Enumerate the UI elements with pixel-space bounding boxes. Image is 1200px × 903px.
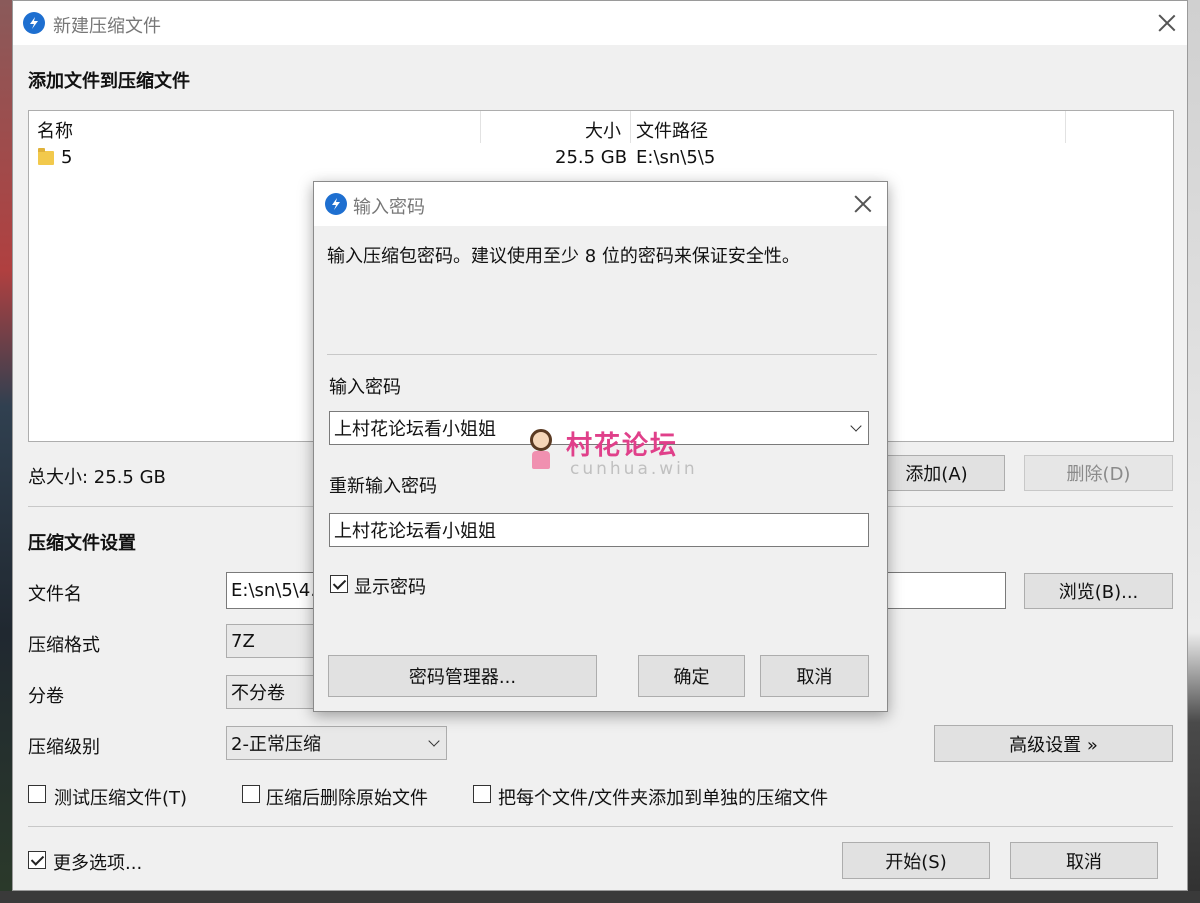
password-instruction: 输入压缩包密码。建议使用至少 8 位的密码来保证安全性。 [327, 246, 800, 267]
delete-after-label[interactable]: 压缩后删除原始文件 [266, 784, 428, 810]
watermark-text: 村花论坛 [566, 431, 679, 461]
test-archive-label[interactable]: 测试压缩文件(T) [54, 784, 187, 810]
bandizip-logo-icon [325, 193, 347, 215]
main-cancel-button[interactable]: 取消 [1010, 842, 1158, 879]
column-separator[interactable] [630, 111, 631, 143]
desktop-background-bottom [0, 891, 1200, 903]
row-size: 25.5 GB [555, 147, 628, 168]
show-password-checkbox[interactable] [330, 575, 348, 593]
chevron-down-icon [428, 735, 440, 747]
column-separator[interactable] [480, 111, 481, 143]
test-archive-checkbox[interactable] [28, 785, 46, 803]
more-options-label[interactable]: 更多选项... [53, 849, 142, 875]
row-path: E:\sn\5\5 [636, 147, 716, 168]
password-value: 上村花论坛看小姐姐 [334, 419, 496, 440]
separate-archives-checkbox[interactable] [473, 785, 491, 803]
total-size-label: 总大小: 25.5 GB [28, 467, 166, 488]
main-close-icon[interactable] [1158, 14, 1176, 32]
delete-after-checkbox[interactable] [242, 785, 260, 803]
filename-value: E:\sn\5\4. [231, 580, 317, 601]
table-row[interactable]: 5 25.5 GB E:\sn\5\5 [29, 145, 1173, 171]
dialog-title: 输入密码 [353, 197, 425, 218]
dialog-close-icon[interactable] [854, 195, 872, 213]
browse-button[interactable]: 浏览(B)... [1024, 573, 1173, 609]
confirm-password-label: 重新输入密码 [329, 476, 437, 497]
separate-archives-label[interactable]: 把每个文件/文件夹添加到单独的压缩文件 [498, 784, 828, 810]
show-password-label[interactable]: 显示密码 [354, 573, 426, 599]
filename-label: 文件名 [28, 584, 82, 605]
dialog-cancel-button[interactable]: 取消 [760, 655, 869, 697]
confirm-password-input[interactable]: 上村花论坛看小姐姐 [329, 513, 869, 547]
level-label: 压缩级别 [28, 737, 100, 758]
advanced-settings-button[interactable]: 高级设置 » [934, 725, 1173, 762]
split-value: 不分卷 [231, 683, 285, 704]
bandizip-logo-icon [23, 12, 45, 34]
password-manager-button[interactable]: 密码管理器... [328, 655, 597, 697]
settings-section-title: 压缩文件设置 [28, 533, 136, 554]
watermark: 村花论坛 cunhua.win [522, 425, 695, 485]
watermark-girl-body [532, 451, 550, 469]
password-label: 输入密码 [329, 377, 401, 398]
format-label: 压缩格式 [28, 635, 100, 656]
confirm-password-value: 上村花论坛看小姐姐 [334, 521, 496, 542]
ok-button[interactable]: 确定 [638, 655, 745, 697]
format-value: 7Z [231, 630, 255, 652]
dialog-titlebar: 输入密码 [314, 182, 887, 226]
main-window-title: 新建压缩文件 [53, 16, 161, 37]
row-name: 5 [61, 147, 73, 168]
column-header-path[interactable]: 文件路径 [636, 117, 708, 143]
delete-button[interactable]: 删除(D) [1024, 455, 1173, 491]
main-titlebar: 新建压缩文件 [13, 1, 1187, 45]
level-select[interactable]: 2-正常压缩 [226, 726, 447, 760]
divider [327, 354, 877, 355]
column-separator[interactable] [1065, 111, 1066, 143]
level-value: 2-正常压缩 [231, 734, 321, 755]
column-header-name[interactable]: 名称 [37, 117, 73, 143]
watermark-girl-icon [530, 429, 552, 451]
more-options-checkbox[interactable] [28, 851, 46, 869]
desktop-background-right [1188, 0, 1200, 903]
watermark-subtext: cunhua.win [570, 459, 698, 479]
column-header-size[interactable]: 大小 [585, 117, 621, 143]
desktop-background-left [0, 0, 12, 903]
chevron-down-icon[interactable] [850, 420, 862, 432]
split-label: 分卷 [28, 686, 64, 707]
start-button[interactable]: 开始(S) [842, 842, 990, 879]
divider [28, 826, 1173, 827]
add-button[interactable]: 添加(A) [868, 455, 1005, 491]
folder-icon [38, 148, 54, 165]
add-files-section-title: 添加文件到压缩文件 [28, 71, 190, 92]
